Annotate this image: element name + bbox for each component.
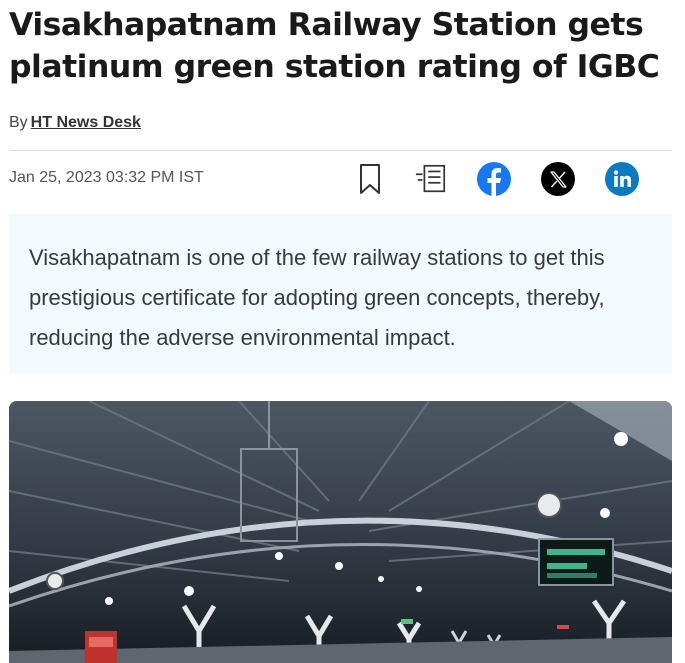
facebook-icon — [487, 168, 501, 196]
read-mode-button[interactable] — [414, 162, 448, 196]
x-share-button[interactable] — [541, 162, 575, 196]
byline: By HT News Desk — [9, 114, 141, 132]
divider — [9, 150, 672, 151]
facebook-share-button[interactable] — [477, 162, 511, 196]
article-photo — [9, 401, 672, 663]
linkedin-share-button[interactable] — [605, 162, 639, 196]
bookmark-icon — [360, 164, 380, 194]
station-platform-illustration — [9, 401, 672, 663]
article-headline: Visakhapatnam Railway Station gets plati… — [9, 7, 660, 85]
article-summary: Visakhapatnam is one of the few railway … — [9, 214, 672, 374]
author-link[interactable]: HT News Desk — [31, 114, 141, 131]
linkedin-icon — [613, 170, 631, 187]
bookmark-button[interactable] — [353, 162, 387, 196]
publish-timestamp: Jan 25, 2023 03:32 PM IST — [9, 169, 204, 186]
x-icon — [550, 171, 567, 188]
read-mode-icon — [415, 164, 446, 193]
byline-prefix: By — [9, 114, 28, 131]
